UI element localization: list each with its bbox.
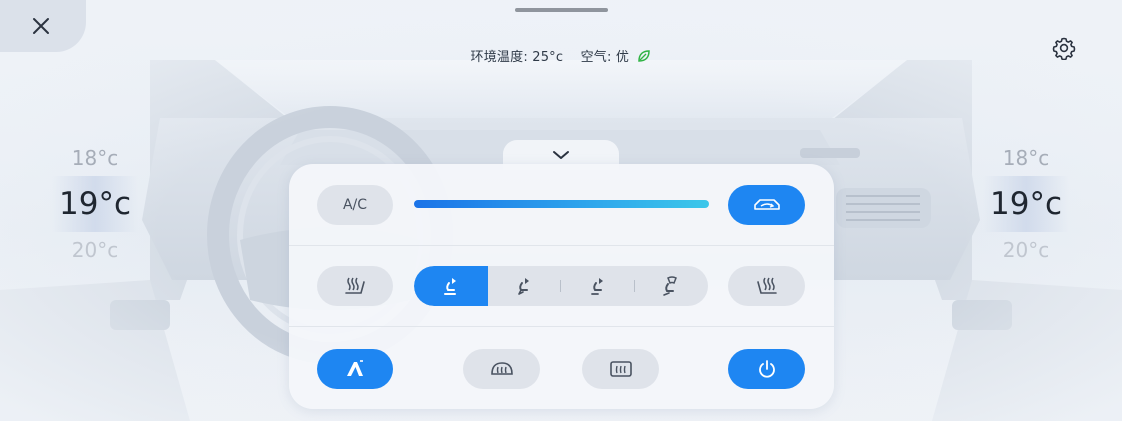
seat-heat-left-icon [345, 277, 365, 294]
rear-defrost-icon [609, 361, 632, 377]
seat-heat-left-button[interactable] [317, 266, 393, 306]
temp-option-above[interactable]: 18°c [983, 140, 1069, 176]
leaf-icon [638, 49, 651, 62]
temp-selected[interactable]: 19°c [52, 176, 138, 232]
drag-handle[interactable] [515, 8, 608, 12]
ac-label: A/C [342, 197, 368, 213]
chevron-down-icon [553, 151, 569, 159]
temp-selected[interactable]: 19°c [983, 176, 1069, 232]
ac-button[interactable]: A/C [317, 185, 393, 225]
close-tab [0, 0, 86, 52]
airflow-face-feet-option[interactable] [488, 266, 561, 306]
temp-option-below[interactable]: 20°c [983, 232, 1069, 268]
power-icon [758, 360, 775, 378]
seat-heat-right-button[interactable] [728, 266, 805, 306]
temp-option-below[interactable]: 20°c [52, 232, 138, 268]
close-icon [33, 18, 49, 34]
airflow-face-feet-icon [518, 278, 530, 295]
front-defrost-button[interactable] [463, 349, 540, 389]
recirculation-button[interactable] [728, 185, 805, 225]
airflow-feet-option[interactable] [561, 266, 635, 306]
airflow-defrost-feet-icon [663, 276, 678, 296]
close-button[interactable] [26, 12, 56, 40]
air-quality-value: 优 [615, 50, 630, 65]
ambient-temperature: 环境温度: 25°c [470, 50, 564, 65]
row-divider [289, 245, 834, 246]
airflow-mode-selector[interactable] [414, 266, 708, 306]
airflow-face-option[interactable] [414, 266, 488, 306]
air-quality-label: 空气: [580, 50, 612, 65]
rear-defrost-button[interactable] [582, 349, 659, 389]
row-divider [289, 326, 834, 327]
passenger-temperature-picker[interactable]: 18°c 19°c 20°c [983, 140, 1069, 268]
seat-heat-right-icon [756, 277, 777, 294]
temp-option-above[interactable]: 18°c [52, 140, 138, 176]
car-recirculation-icon [753, 199, 780, 210]
airflow-face-icon [443, 278, 456, 295]
airflow-feet-icon [590, 278, 603, 295]
climate-status: 环境温度: 25°c 空气: 优 [0, 46, 1122, 65]
driver-temperature-picker[interactable]: 18°c 19°c 20°c [52, 140, 138, 268]
front-defrost-icon [490, 362, 513, 375]
auto-button[interactable] [317, 349, 393, 389]
airflow-defrost-feet-option[interactable] [635, 266, 709, 306]
power-button[interactable] [728, 349, 805, 389]
auto-icon [347, 360, 363, 376]
climate-control-panel: A/C [289, 164, 834, 409]
fan-speed-slider[interactable] [414, 200, 709, 208]
